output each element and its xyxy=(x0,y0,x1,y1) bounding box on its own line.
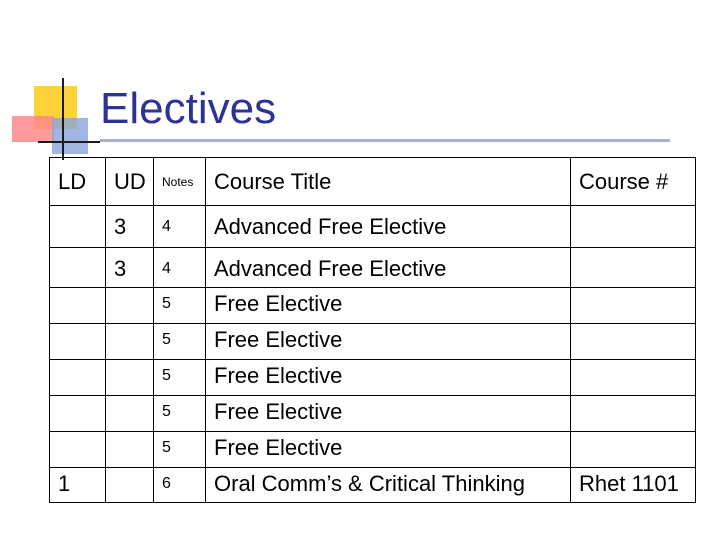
cell-course-number xyxy=(570,359,696,396)
cell-ud xyxy=(105,467,154,503)
table-row: 5 Free Elective xyxy=(49,431,696,468)
slide-title: Electives xyxy=(100,84,277,133)
header-course-title: Course Title xyxy=(205,157,571,206)
cell-course-title: Free Elective xyxy=(205,323,571,360)
cell-course-number xyxy=(570,395,696,432)
decor-vertical-line xyxy=(62,78,64,160)
header-notes: Notes xyxy=(153,157,206,206)
cell-course-number xyxy=(570,323,696,360)
cell-ld xyxy=(49,287,106,324)
cell-ud xyxy=(105,395,154,432)
table-header-row: LD UD Notes Course Title Course # xyxy=(49,157,696,206)
cell-ld xyxy=(49,359,106,396)
cell-ld xyxy=(49,247,106,288)
cell-ld xyxy=(49,205,106,248)
table-row: 5 Free Elective xyxy=(49,395,696,432)
table-row: 5 Free Elective xyxy=(49,323,696,360)
cell-ud: 3 xyxy=(105,205,154,248)
cell-ld xyxy=(49,323,106,360)
cell-ld: 1 xyxy=(49,467,106,503)
cell-course-title: Oral Comm’s & Critical Thinking xyxy=(205,467,571,503)
cell-course-number xyxy=(570,431,696,468)
cell-ld xyxy=(49,395,106,432)
cell-course-number xyxy=(570,247,696,288)
cell-ud xyxy=(105,431,154,468)
electives-table: LD UD Notes Course Title Course # 3 4 Ad… xyxy=(49,157,696,503)
table-row: 5 Free Elective xyxy=(49,359,696,396)
header-course-number: Course # xyxy=(570,157,696,206)
cell-course-title: Free Elective xyxy=(205,359,571,396)
cell-notes: 5 xyxy=(153,395,206,432)
cell-notes: 5 xyxy=(153,287,206,324)
cell-course-title: Free Elective xyxy=(205,287,571,324)
cell-ld xyxy=(49,431,106,468)
header-ud: UD xyxy=(105,157,154,206)
cell-notes: 4 xyxy=(153,247,206,288)
cell-course-number xyxy=(570,287,696,324)
title-underline xyxy=(100,139,670,142)
cell-ud xyxy=(105,359,154,396)
table-row: 3 4 Advanced Free Elective xyxy=(49,205,696,248)
cell-course-number xyxy=(570,205,696,248)
table-row: 1 6 Oral Comm’s & Critical Thinking Rhet… xyxy=(49,467,696,503)
decor-red-square xyxy=(12,116,54,142)
cell-notes: 5 xyxy=(153,431,206,468)
cell-ud xyxy=(105,287,154,324)
header-ld: LD xyxy=(49,157,106,206)
cell-course-title: Advanced Free Elective xyxy=(205,205,571,248)
decor-horizontal-line xyxy=(38,141,100,143)
cell-notes: 4 xyxy=(153,205,206,248)
cell-notes: 5 xyxy=(153,323,206,360)
decor-blue-square xyxy=(52,118,88,154)
cell-notes: 6 xyxy=(153,467,206,503)
cell-course-number: Rhet 1101 xyxy=(570,467,696,503)
cell-notes: 5 xyxy=(153,359,206,396)
cell-ud: 3 xyxy=(105,247,154,288)
table-row: 5 Free Elective xyxy=(49,287,696,324)
cell-course-title: Free Elective xyxy=(205,395,571,432)
table-row: 3 4 Advanced Free Elective xyxy=(49,247,696,288)
cell-course-title: Free Elective xyxy=(205,431,571,468)
cell-course-title: Advanced Free Elective xyxy=(205,247,571,288)
cell-ud xyxy=(105,323,154,360)
